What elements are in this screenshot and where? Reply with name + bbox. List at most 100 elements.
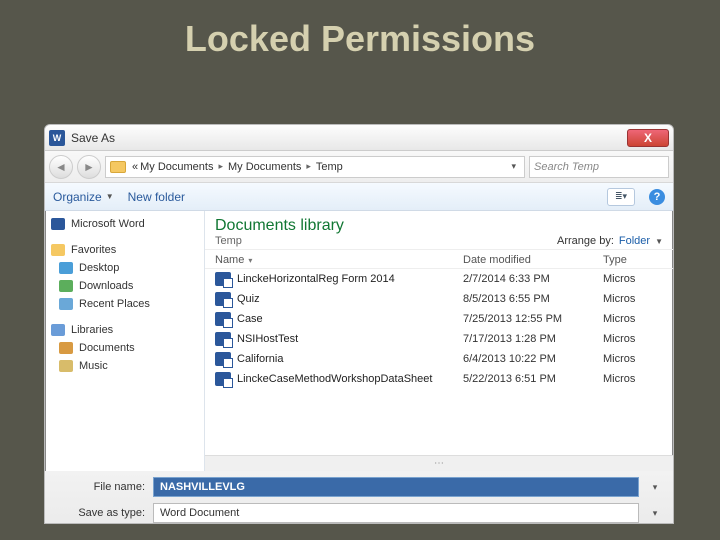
filename-label: File name: xyxy=(55,481,145,493)
savetype-dropdown-icon[interactable]: ▾ xyxy=(647,508,663,519)
word-doc-icon xyxy=(215,332,231,346)
arrange-value: Folder xyxy=(619,235,650,247)
column-date[interactable]: Date modified xyxy=(463,254,603,266)
chevron-down-icon: ▼ xyxy=(106,192,114,201)
sidebar-item[interactable]: Favorites xyxy=(45,241,204,259)
breadcrumb-seg[interactable]: My Documents xyxy=(228,161,301,173)
sidebar: Microsoft Word Favorites Desktop Downloads R… xyxy=(45,211,205,471)
lib-icon xyxy=(51,324,65,336)
file-name: LinckeCaseMethodWorkshopDataSheet xyxy=(237,373,463,385)
sidebar-item[interactable]: Recent Places xyxy=(45,295,204,313)
chevron-down-icon: ▾ xyxy=(248,256,252,265)
music-icon xyxy=(59,360,73,372)
file-name: Quiz xyxy=(237,293,463,305)
file-date: 8/5/2013 6:55 PM xyxy=(463,293,603,305)
organize-button[interactable]: Organize ▼ xyxy=(53,190,114,204)
arrange-by[interactable]: Arrange by: Folder ▼ xyxy=(557,235,663,247)
chevron-right-icon: ▸ xyxy=(215,161,226,172)
file-type: Micros xyxy=(603,293,663,305)
savetype-label: Save as type: xyxy=(55,507,145,519)
sidebar-item-label: Microsoft Word xyxy=(71,218,145,230)
sidebar-item-label: Favorites xyxy=(71,244,116,256)
nav-bar: ◄ ► « My Documents ▸ My Documents ▸ Temp… xyxy=(45,151,673,183)
save-as-dialog: W Save As X ◄ ► « My Documents ▸ My Docu… xyxy=(44,124,674,524)
column-name[interactable]: Name ▾ xyxy=(215,254,463,266)
sidebar-item-label: Documents xyxy=(79,342,135,354)
breadcrumb-seg[interactable]: My Documents xyxy=(140,161,213,173)
savetype-select[interactable]: Word Document xyxy=(153,503,639,523)
sidebar-item[interactable]: Documents xyxy=(45,339,204,357)
filename-input[interactable] xyxy=(153,477,639,497)
folder-icon xyxy=(110,161,126,173)
dialog-footer: File name: ▾ Save as type: Word Document… xyxy=(45,471,673,524)
sidebar-item[interactable]: Microsoft Word xyxy=(45,215,204,233)
file-name: California xyxy=(237,353,463,365)
sidebar-item-label: Downloads xyxy=(79,280,133,292)
slide-title: Locked Permissions xyxy=(0,0,720,68)
word-icon xyxy=(51,218,65,230)
help-button[interactable]: ? xyxy=(649,189,665,205)
sidebar-item[interactable]: Desktop xyxy=(45,259,204,277)
sidebar-item[interactable]: Music xyxy=(45,357,204,375)
star-icon xyxy=(51,244,65,256)
file-type: Micros xyxy=(603,273,663,285)
table-row[interactable]: California6/4/2013 10:22 PMMicros xyxy=(205,349,673,369)
horizontal-scrollbar[interactable]: ⋯ xyxy=(205,455,673,471)
titlebar: W Save As X xyxy=(45,125,673,151)
desktop-icon xyxy=(59,262,73,274)
view-icon: ≣ xyxy=(615,191,623,202)
library-title: Documents library xyxy=(215,217,557,235)
sidebar-item-label: Music xyxy=(79,360,108,372)
chevron-down-icon: ▼ xyxy=(655,237,663,246)
chevron-right-icon: ▸ xyxy=(303,161,314,172)
file-type: Micros xyxy=(603,353,663,365)
file-type: Micros xyxy=(603,373,663,385)
file-date: 6/4/2013 10:22 PM xyxy=(463,353,603,365)
file-name: NSIHostTest xyxy=(237,333,463,345)
word-app-icon: W xyxy=(49,130,65,146)
recent-icon xyxy=(59,298,73,310)
file-date: 2/7/2014 6:33 PM xyxy=(463,273,603,285)
breadcrumb-seg[interactable]: Temp xyxy=(316,161,343,173)
file-date: 7/17/2013 1:28 PM xyxy=(463,333,603,345)
new-folder-button[interactable]: New folder xyxy=(128,190,185,204)
search-input[interactable]: Search Temp xyxy=(529,156,669,178)
table-row[interactable]: LinckeHorizontalReg Form 20142/7/2014 6:… xyxy=(205,269,673,289)
doc-icon xyxy=(59,342,73,354)
column-type[interactable]: Type xyxy=(603,254,663,266)
filename-dropdown-icon[interactable]: ▾ xyxy=(647,482,663,493)
breadcrumb-prefix: « xyxy=(132,161,138,173)
file-type: Micros xyxy=(603,333,663,345)
chevron-down-icon: ▾ xyxy=(623,191,628,202)
column-name-label: Name xyxy=(215,254,244,266)
library-header: Documents library Temp Arrange by: Folde… xyxy=(205,211,673,250)
view-button[interactable]: ≣ ▾ xyxy=(607,188,635,206)
table-row[interactable]: NSIHostTest7/17/2013 1:28 PMMicros xyxy=(205,329,673,349)
sidebar-item[interactable]: Downloads xyxy=(45,277,204,295)
word-doc-icon xyxy=(215,312,231,326)
file-rows: LinckeHorizontalReg Form 20142/7/2014 6:… xyxy=(205,269,673,455)
arrange-label: Arrange by: xyxy=(557,235,614,247)
sidebar-item-label: Libraries xyxy=(71,324,113,336)
table-row[interactable]: Quiz8/5/2013 6:55 PMMicros xyxy=(205,289,673,309)
down-icon xyxy=(59,280,73,292)
file-list-pane: Documents library Temp Arrange by: Folde… xyxy=(205,211,673,471)
organize-label: Organize xyxy=(53,190,102,204)
word-doc-icon xyxy=(215,292,231,306)
toolbar: Organize ▼ New folder ≣ ▾ ? xyxy=(45,183,673,211)
breadcrumb-dropdown-icon[interactable]: ▾ xyxy=(507,161,520,172)
word-doc-icon xyxy=(215,352,231,366)
file-date: 7/25/2013 12:55 PM xyxy=(463,313,603,325)
file-type: Micros xyxy=(603,313,663,325)
forward-button[interactable]: ► xyxy=(77,155,101,179)
sidebar-item[interactable]: Libraries xyxy=(45,321,204,339)
back-button[interactable]: ◄ xyxy=(49,155,73,179)
word-doc-icon xyxy=(215,372,231,386)
table-row[interactable]: Case7/25/2013 12:55 PMMicros xyxy=(205,309,673,329)
close-button[interactable]: X xyxy=(627,129,669,147)
breadcrumb[interactable]: « My Documents ▸ My Documents ▸ Temp ▾ xyxy=(105,156,525,178)
table-row[interactable]: LinckeCaseMethodWorkshopDataSheet5/22/20… xyxy=(205,369,673,389)
library-subtitle: Temp xyxy=(215,235,557,247)
file-date: 5/22/2013 6:51 PM xyxy=(463,373,603,385)
word-doc-icon xyxy=(215,272,231,286)
